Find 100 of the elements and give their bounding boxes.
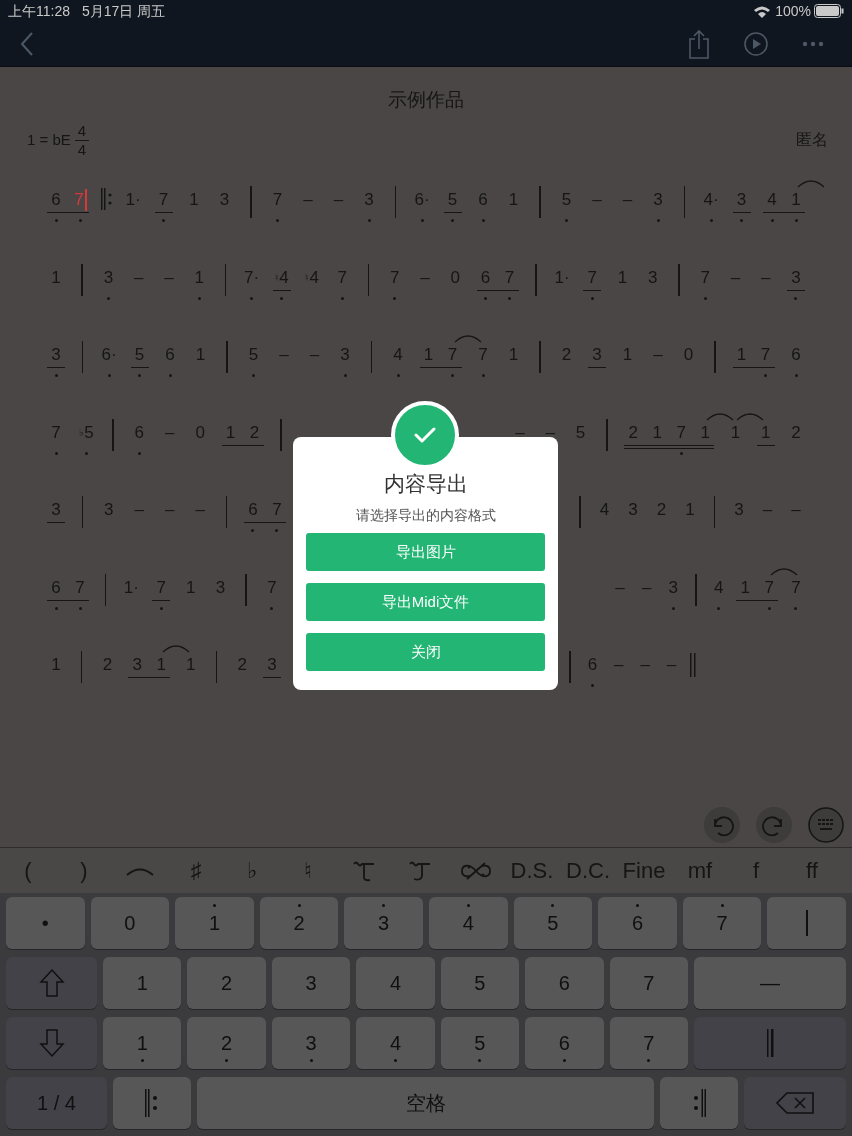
bar-line bbox=[606, 418, 608, 451]
key[interactable] bbox=[660, 1077, 738, 1129]
key[interactable] bbox=[693, 1017, 846, 1069]
key[interactable] bbox=[744, 1077, 846, 1129]
note-text: – bbox=[621, 189, 634, 211]
note-text: – bbox=[332, 189, 345, 211]
note-key[interactable]: 7 bbox=[609, 1017, 688, 1069]
key[interactable] bbox=[6, 957, 97, 1009]
note-key[interactable]: 6 bbox=[525, 1017, 604, 1069]
bar-line bbox=[714, 341, 716, 373]
trill-mark-icon[interactable] bbox=[352, 859, 376, 882]
dialog-button[interactable]: 导出图片 bbox=[306, 533, 545, 571]
dialog-subtitle: 请选择导出的内容格式 bbox=[355, 506, 496, 525]
keyboard-icon[interactable] bbox=[808, 807, 844, 843]
note-key[interactable]: 6 bbox=[525, 957, 604, 1009]
bar-line bbox=[104, 573, 107, 606]
note-text: – bbox=[729, 266, 742, 289]
undo-icon[interactable] bbox=[704, 807, 740, 843]
note-text: – bbox=[639, 654, 651, 676]
note-key[interactable]: 2 bbox=[259, 897, 339, 949]
note-key[interactable]: 2 bbox=[187, 957, 266, 1009]
note-key[interactable]: 3 bbox=[344, 897, 423, 949]
battery-percent: 100% bbox=[775, 1, 811, 21]
check-icon bbox=[414, 426, 436, 444]
note-text: – bbox=[591, 189, 603, 211]
symbol-key[interactable]: ♯ bbox=[190, 854, 202, 887]
note-key[interactable]: 3 bbox=[271, 957, 351, 1009]
note-text: – bbox=[163, 266, 175, 289]
note-text: – bbox=[514, 421, 526, 444]
note-key[interactable]: 6 bbox=[598, 897, 677, 949]
more-icon[interactable] bbox=[802, 41, 824, 47]
note-text: – bbox=[614, 576, 626, 599]
dialog-title: 内容导出 bbox=[383, 471, 468, 497]
symbol-key[interactable]: ♭ bbox=[247, 854, 257, 887]
note-text: – bbox=[640, 576, 653, 599]
note-key[interactable]: 4 bbox=[428, 897, 508, 949]
note-key[interactable]: 1 bbox=[103, 1017, 182, 1069]
redo-icon[interactable] bbox=[756, 807, 792, 843]
note-key[interactable]: 4 bbox=[356, 1017, 435, 1069]
key[interactable] bbox=[767, 897, 846, 949]
key[interactable]: 空格 bbox=[197, 1077, 654, 1129]
bar-line bbox=[80, 651, 83, 683]
note-text: – bbox=[665, 654, 678, 676]
note-key[interactable]: 5 bbox=[513, 897, 593, 949]
bar-line bbox=[539, 186, 541, 218]
note-key[interactable]: 3 bbox=[271, 1017, 351, 1069]
key[interactable] bbox=[6, 1017, 97, 1069]
note-text: – bbox=[308, 344, 321, 366]
note-text: – bbox=[132, 266, 145, 289]
note-text: – bbox=[163, 499, 176, 521]
key[interactable] bbox=[113, 1077, 191, 1129]
note-key[interactable]: 1 bbox=[103, 957, 182, 1009]
bar-line bbox=[695, 573, 697, 606]
bar-line bbox=[678, 263, 680, 296]
bar-line bbox=[250, 186, 252, 218]
share-icon[interactable] bbox=[688, 29, 710, 59]
note-text: – bbox=[163, 421, 176, 444]
note-key[interactable]: 7 bbox=[682, 897, 762, 949]
key[interactable]: 1 / 4 bbox=[6, 1077, 107, 1129]
bar-line bbox=[81, 341, 84, 373]
up-arrow-icon bbox=[38, 968, 65, 998]
note-text: – bbox=[613, 654, 625, 676]
dialog-button[interactable]: 导出Midi文件 bbox=[306, 583, 545, 621]
wifi-icon bbox=[753, 4, 772, 18]
bar-line bbox=[569, 651, 571, 683]
symbol-key[interactable]: ) bbox=[80, 854, 88, 887]
dialog-button[interactable]: 关闭 bbox=[306, 633, 545, 671]
note-text: – bbox=[194, 499, 206, 521]
note-text: – bbox=[652, 344, 664, 366]
note-text: – bbox=[419, 266, 431, 289]
status-date: 5月17日 周五 bbox=[82, 1, 166, 21]
key[interactable]: 0 bbox=[90, 897, 170, 949]
bar-line bbox=[112, 418, 114, 451]
note-key[interactable]: 7 bbox=[609, 957, 688, 1009]
bar-line bbox=[226, 341, 228, 373]
bar-line bbox=[367, 263, 370, 296]
back-icon[interactable] bbox=[20, 32, 34, 56]
bar-line bbox=[394, 186, 397, 218]
note-key[interactable]: 5 bbox=[440, 957, 520, 1009]
symbol-key[interactable]: ♮ bbox=[304, 854, 312, 887]
bar-line bbox=[224, 263, 227, 296]
bar-line bbox=[535, 263, 537, 296]
key[interactable]: • bbox=[6, 897, 85, 949]
note-text: – bbox=[759, 266, 772, 289]
note-text: – bbox=[790, 499, 802, 521]
note-key[interactable]: 5 bbox=[440, 1017, 520, 1069]
symbol-key[interactable]: ( bbox=[24, 854, 32, 887]
status-time: 上午11:28 bbox=[8, 1, 70, 21]
bar-line bbox=[579, 496, 581, 528]
note-key[interactable]: 2 bbox=[187, 1017, 266, 1069]
key[interactable]: — bbox=[693, 957, 846, 1009]
trill-mark-icon[interactable] bbox=[408, 859, 432, 882]
bar-line bbox=[81, 263, 83, 296]
coda-sign-icon[interactable] bbox=[459, 860, 493, 881]
play-icon[interactable] bbox=[744, 32, 768, 56]
note-text: – bbox=[302, 189, 314, 211]
note-key[interactable]: 1 bbox=[175, 897, 254, 949]
note-key[interactable]: 4 bbox=[356, 957, 435, 1009]
double-bar-icon bbox=[765, 1029, 774, 1057]
bar-line bbox=[683, 186, 686, 218]
